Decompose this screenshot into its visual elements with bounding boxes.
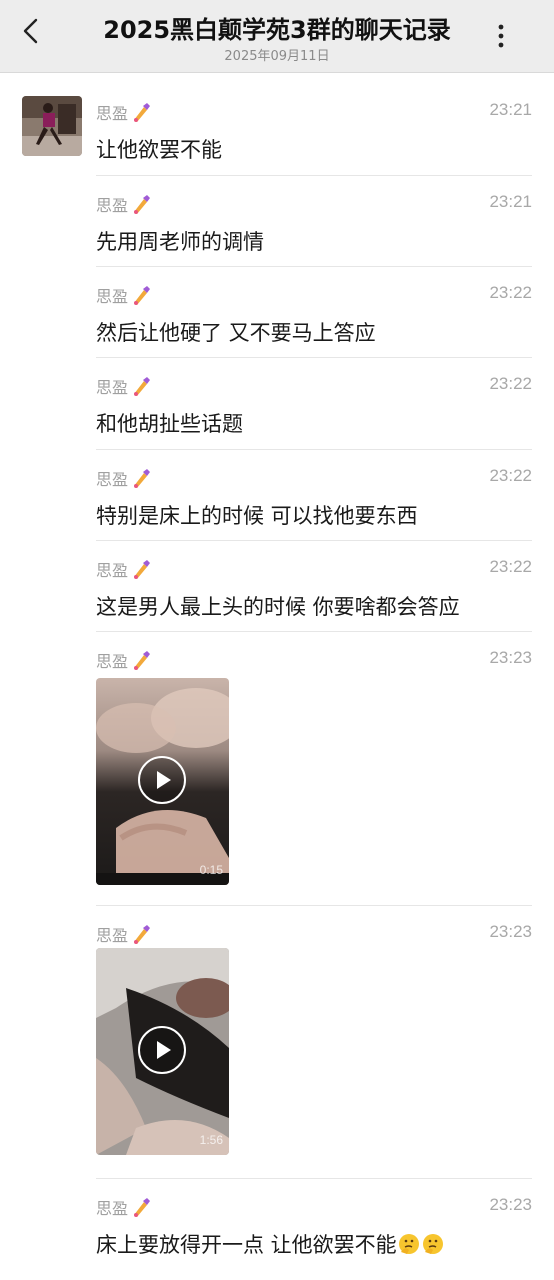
message-item[interactable]: 思盈 23:22 和他胡扯些话题 [96,374,532,440]
video-duration: 1:56 [199,1133,223,1147]
message-time: 23:22 [489,466,532,485]
sender-name[interactable]: 思盈 [96,374,152,398]
message-time: 23:21 [489,192,532,211]
divider [96,449,532,450]
nail-polish-icon [134,469,151,488]
thinking-face-icon [422,1234,443,1254]
sender-name[interactable]: 思盈 [96,557,152,581]
divider [96,175,532,176]
divider [96,540,532,541]
message-text[interactable]: 先用周老师的调情 [96,226,264,256]
message-text[interactable]: 床上要放得开一点 让他欲罢不能 [96,1229,445,1259]
sender-name[interactable]: 思盈 [96,1195,152,1219]
chat-date: 2025年09月11日 [224,49,330,64]
message-item[interactable]: 思盈 23:23 0:15 [96,648,532,888]
message-text[interactable]: 和他胡扯些话题 [96,408,243,438]
sender-name[interactable]: 思盈 [96,283,152,307]
nail-polish-icon [134,1198,151,1217]
message-time: 23:22 [489,557,532,576]
sender-name[interactable]: 思盈 [96,922,152,946]
sender-name[interactable]: 思盈 [96,648,152,672]
message-item[interactable]: 思盈 23:21 先用周老师的调情 [96,192,532,258]
message-item[interactable]: 思盈 23:22 这是男人最上头的时候 你要啥都会答应 [96,557,532,623]
sender-name[interactable]: 思盈 [96,192,152,216]
nail-polish-icon [134,286,151,305]
message-time: 23:23 [489,922,532,941]
video-duration: 0:15 [199,863,223,877]
more-options-icon[interactable] [488,22,514,50]
message-time: 23:22 [489,283,532,302]
chevron-left-icon[interactable] [14,14,48,48]
message-time: 23:21 [489,100,532,119]
divider [96,631,532,632]
video-thumbnail[interactable]: 0:15 [96,678,229,885]
sender-name[interactable]: 思盈 [96,100,152,124]
video-thumbnail[interactable]: 1:56 [96,948,229,1155]
message-text[interactable]: 然后让他硬了 又不要马上答应 [96,317,376,347]
play-icon[interactable] [137,1025,187,1075]
message-time: 23:22 [489,374,532,393]
divider [96,357,532,358]
play-icon[interactable] [137,755,187,805]
nail-polish-icon [134,377,151,396]
message-item[interactable]: 思盈 23:21 让他欲罢不能 [96,100,532,166]
message-item[interactable]: 思盈 23:23 床上要放得开一点 让他欲罢不能 [96,1195,532,1265]
thinking-face-icon [398,1234,419,1254]
message-text[interactable]: 这是男人最上头的时候 你要啥都会答应 [96,591,460,621]
message-text[interactable]: 特别是床上的时候 可以找他要东西 [96,500,418,530]
message-item[interactable]: 思盈 23:22 然后让他硬了 又不要马上答应 [96,283,532,349]
message-time: 23:23 [489,1195,532,1214]
chat-header: 2025黑白颠学苑3群的聊天记录 2025年09月11日 [0,0,554,73]
page-title: 2025黑白颠学苑3群的聊天记录 [103,16,451,44]
nail-polish-icon [134,651,151,670]
sender-name[interactable]: 思盈 [96,466,152,490]
message-text[interactable]: 让他欲罢不能 [96,134,222,164]
message-item[interactable]: 思盈 23:22 特别是床上的时候 可以找他要东西 [96,466,532,532]
avatar[interactable] [22,96,82,156]
nail-polish-icon [134,103,151,122]
message-time: 23:23 [489,648,532,667]
nail-polish-icon [134,560,151,579]
nail-polish-icon [134,925,151,944]
divider [96,266,532,267]
divider [96,1178,532,1179]
nail-polish-icon [134,195,151,214]
divider [96,905,532,906]
message-item[interactable]: 思盈 23:23 1:56 [96,922,532,1162]
